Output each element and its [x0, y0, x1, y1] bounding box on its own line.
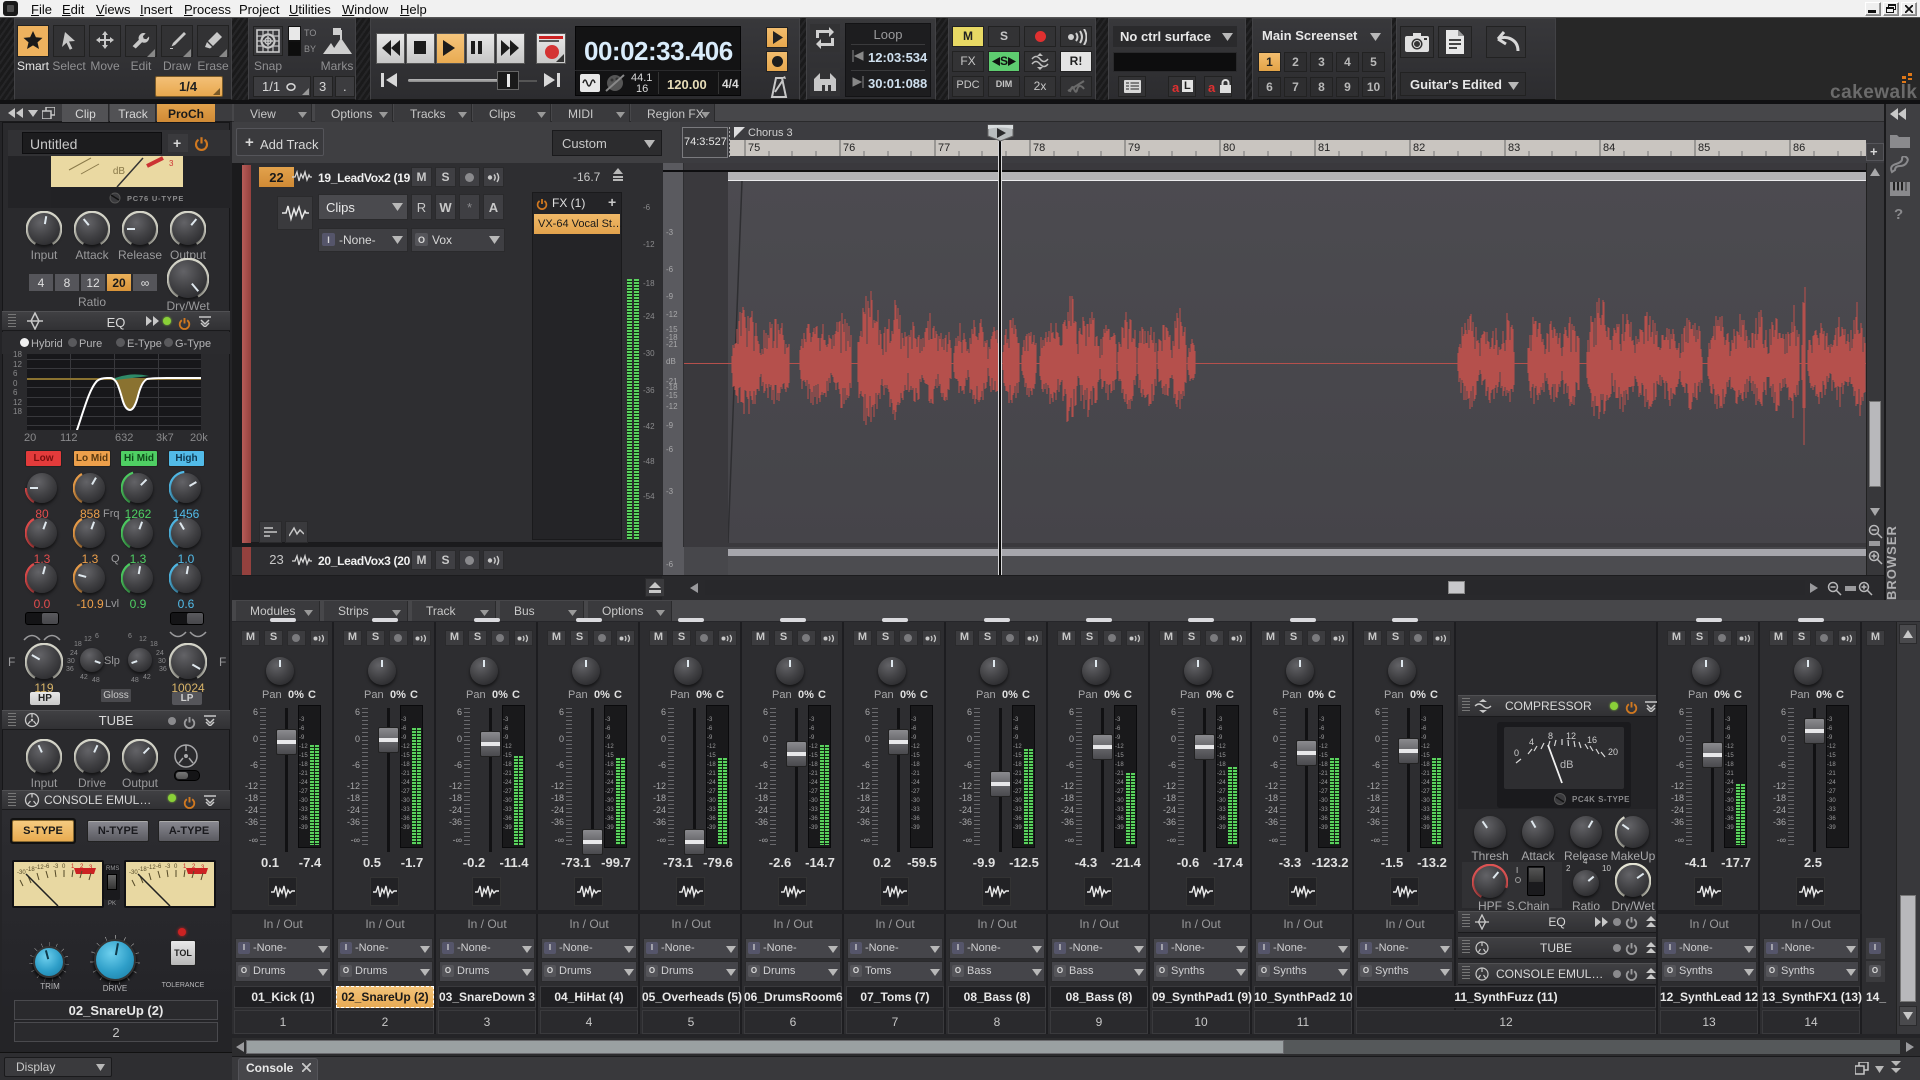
- svg-text:-6: -6: [156, 864, 162, 870]
- svg-text:-3: -3: [165, 864, 171, 870]
- svg-text:4: 4: [1529, 737, 1534, 747]
- svg-text:-12: -12: [147, 865, 156, 871]
- svg-text:0: 0: [1514, 748, 1519, 758]
- svg-text:8: 8: [1548, 731, 1553, 741]
- svg-text:16: 16: [1587, 735, 1597, 745]
- svg-text:-6: -6: [44, 864, 50, 870]
- svg-text:-30: -30: [17, 870, 26, 876]
- svg-text:-3: -3: [53, 864, 59, 870]
- svg-text:dB: dB: [1560, 759, 1573, 771]
- svg-text:-12: -12: [35, 865, 44, 871]
- svg-text:12: 12: [1566, 731, 1576, 741]
- svg-text:20: 20: [1608, 747, 1618, 757]
- svg-text:-18: -18: [26, 867, 35, 873]
- svg-text:-18: -18: [138, 867, 147, 873]
- svg-text:-30: -30: [129, 870, 138, 876]
